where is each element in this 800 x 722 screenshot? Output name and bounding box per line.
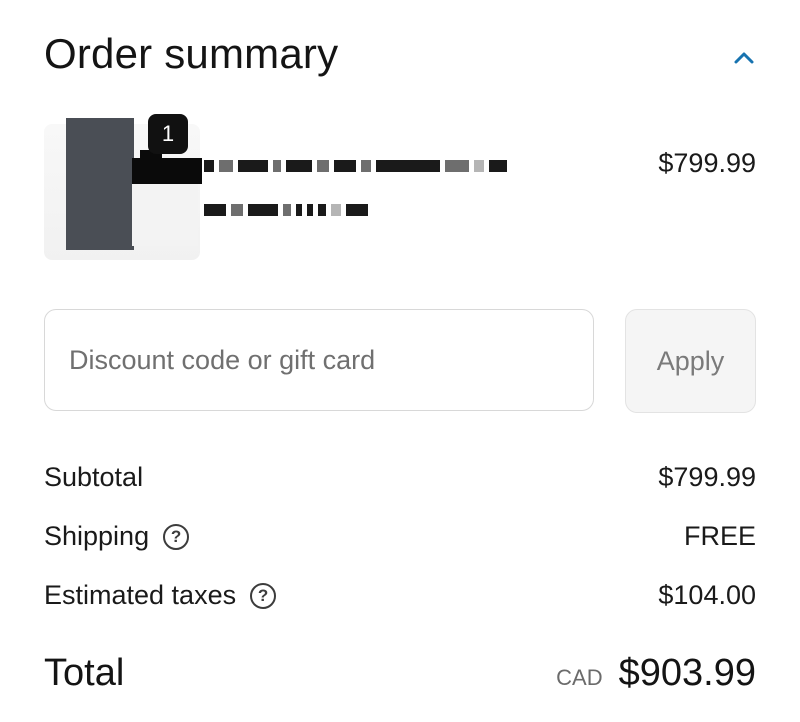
discount-code-input[interactable] <box>44 309 594 411</box>
subtotal-label: Subtotal <box>44 462 144 492</box>
product-line-item: 1 $799.99 <box>44 112 756 262</box>
currency-code: CAD <box>556 665 603 690</box>
product-name-redacted <box>204 158 507 174</box>
shipping-help-icon[interactable]: ? <box>163 523 190 550</box>
shipping-label: Shipping <box>44 521 150 551</box>
order-summary-title: Order summary <box>44 30 339 77</box>
product-price: $799.99 <box>658 148 756 178</box>
shipping-row: Shipping ? FREE <box>44 521 756 552</box>
taxes-value: $104.00 <box>658 580 756 610</box>
taxes-help-icon[interactable]: ? <box>250 582 277 609</box>
apply-discount-button[interactable]: Apply <box>625 309 756 413</box>
total-row: Total CAD $903.99 <box>44 652 756 695</box>
subtotal-row: Subtotal $799.99 <box>44 462 756 493</box>
subtotal-value: $799.99 <box>658 462 756 492</box>
taxes-row: Estimated taxes ? $104.00 <box>44 580 756 611</box>
total-label: Total <box>44 652 125 694</box>
quantity-badge: 1 <box>148 114 188 154</box>
taxes-label: Estimated taxes <box>44 580 237 610</box>
shipping-value: FREE <box>683 521 756 551</box>
total-amount: $903.99 <box>618 652 756 694</box>
chevron-up-icon <box>734 52 754 64</box>
collapse-summary-button[interactable] <box>722 40 766 76</box>
product-variant-redacted <box>204 202 368 218</box>
